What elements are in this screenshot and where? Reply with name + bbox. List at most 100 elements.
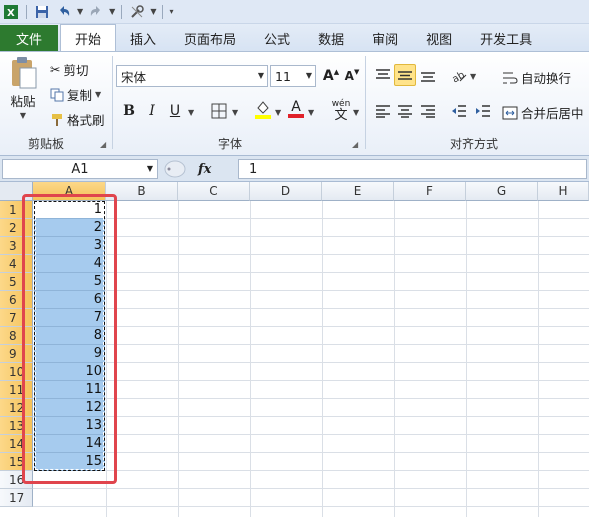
wrap-text-button[interactable]: 自动换行 <box>502 68 571 87</box>
increase-indent-button[interactable] <box>472 100 494 122</box>
tab-home[interactable]: 开始 <box>60 24 117 51</box>
undo-dropdown-icon[interactable]: ▼ <box>77 7 83 16</box>
borders-dropdown-icon[interactable]: ▼ <box>232 108 238 117</box>
format-painter-icon <box>52 113 62 126</box>
formula-resize-handle-icon[interactable] <box>164 160 186 178</box>
spreadsheet-grid[interactable]: A B C D E F G H 1 2 3 4 5 6 7 8 9 10 11 … <box>0 182 589 517</box>
tab-review[interactable]: 审阅 <box>358 25 412 51</box>
column-header-h[interactable]: H <box>538 182 589 201</box>
orientation-icon: ab <box>450 70 466 83</box>
align-top-button[interactable] <box>372 64 394 86</box>
font-color-dropdown-icon[interactable]: ▼ <box>308 108 314 117</box>
decrease-indent-button[interactable] <box>448 100 470 122</box>
shrink-font-icon: A <box>344 69 354 83</box>
chevron-down-icon: ▼ <box>305 71 312 80</box>
align-left-icon <box>376 105 390 118</box>
align-right-icon <box>421 105 435 118</box>
italic-button[interactable]: I <box>141 100 163 122</box>
merge-center-label: 合并后居中 <box>521 106 584 121</box>
save-icon[interactable] <box>33 3 51 21</box>
undo-icon[interactable] <box>55 3 73 21</box>
fill-color-button[interactable] <box>252 98 274 120</box>
wrap-text-label: 自动换行 <box>521 71 572 86</box>
align-top-icon <box>376 69 390 79</box>
orientation-button[interactable]: ab <box>448 64 470 86</box>
name-box[interactable]: A1 ▼ <box>2 159 158 179</box>
column-header-c[interactable]: C <box>178 182 250 201</box>
formula-bar: A1 ▼ fx 1 <box>0 156 589 182</box>
column-header-e[interactable]: E <box>322 182 394 201</box>
align-bottom-button[interactable] <box>417 64 439 86</box>
tab-formulas[interactable]: 公式 <box>250 25 304 51</box>
scissors-icon: ✂ <box>50 62 61 77</box>
font-size-value: 11 <box>275 68 291 84</box>
increase-indent-icon <box>476 105 490 117</box>
copy-button[interactable]: 复制 ▼ <box>50 85 101 104</box>
redo-dropdown-icon[interactable]: ▼ <box>109 7 115 16</box>
paste-icon <box>12 57 37 89</box>
copy-dropdown-icon: ▼ <box>95 90 102 99</box>
tab-view[interactable]: 视图 <box>412 25 466 51</box>
paste-label: 粘贴 <box>10 94 36 109</box>
shrink-font-button[interactable]: A ▼ <box>341 65 363 87</box>
phonetic-button[interactable]: wén 文 <box>328 96 354 124</box>
clipboard-launcher-icon[interactable]: ◢ <box>100 140 106 149</box>
borders-icon <box>211 103 227 119</box>
tab-file[interactable]: 文件 <box>0 25 58 51</box>
toolbar-divider <box>26 4 27 19</box>
group-divider <box>365 56 366 149</box>
clipboard-group-label: 剪贴板 <box>28 137 65 151</box>
tab-data[interactable]: 数据 <box>304 25 358 51</box>
align-middle-button[interactable] <box>394 64 416 86</box>
font-size-select[interactable]: 11 ▼ <box>270 65 316 87</box>
customize-icon[interactable]: ▾ <box>169 7 173 16</box>
underline-dropdown-icon[interactable]: ▼ <box>188 108 194 117</box>
formula-value: 1 <box>249 161 258 177</box>
merge-center-icon <box>502 106 518 119</box>
insert-function-button[interactable]: fx <box>198 162 211 177</box>
font-group-label: 字体 <box>218 137 243 151</box>
redo-icon[interactable] <box>87 3 105 21</box>
format-painter-button[interactable]: 格式刷 <box>50 110 105 129</box>
formula-input[interactable]: 1 <box>238 159 587 179</box>
fill-dropdown-icon[interactable]: ▼ <box>275 108 281 117</box>
svg-text:X: X <box>7 8 15 19</box>
chevron-down-icon: ▼ <box>146 164 153 173</box>
tools-dropdown-icon[interactable]: ▼ <box>150 7 156 16</box>
fill-color-icon <box>255 101 271 119</box>
align-center-button[interactable] <box>394 100 416 122</box>
font-name-select[interactable]: 宋体 ▼ <box>116 65 268 87</box>
merge-center-button[interactable]: 合并后居中 <box>502 103 584 122</box>
align-right-button[interactable] <box>417 100 439 122</box>
cut-button[interactable]: ✂ 剪切 <box>50 60 89 79</box>
column-header-g[interactable]: G <box>466 182 538 201</box>
borders-button[interactable] <box>208 100 230 122</box>
font-launcher-icon[interactable]: ◢ <box>352 140 358 149</box>
phonetic-dropdown-icon[interactable]: ▼ <box>353 108 359 117</box>
paste-button[interactable]: 粘贴 ▼ <box>8 56 38 120</box>
tools-icon[interactable] <box>128 3 146 21</box>
font-color-button[interactable]: A <box>285 98 307 120</box>
tab-developer[interactable]: 开发工具 <box>466 25 546 51</box>
tab-page-layout[interactable]: 页面布局 <box>170 25 250 51</box>
toolbar-divider <box>162 4 164 19</box>
phonetic-char: 文 <box>334 108 348 123</box>
shrink-arrow-icon: ▼ <box>353 68 360 76</box>
align-center-icon <box>398 105 412 118</box>
align-left-button[interactable] <box>372 100 394 122</box>
copy-label: 复制 <box>67 88 93 103</box>
tab-insert[interactable]: 插入 <box>116 25 170 51</box>
bold-button[interactable]: B <box>118 100 140 122</box>
align-bottom-icon <box>421 72 435 82</box>
ribbon-tabs: 文件 开始 插入 页面布局 公式 数据 审阅 视图 开发工具 <box>0 24 589 52</box>
column-header-f[interactable]: F <box>394 182 466 201</box>
orientation-dropdown-icon[interactable]: ▼ <box>470 72 476 81</box>
highlight-box <box>22 194 117 484</box>
toolbar-divider <box>121 4 123 19</box>
column-header-d[interactable]: D <box>250 182 322 201</box>
row-header-17[interactable]: 17 <box>0 489 33 507</box>
cut-label: 剪切 <box>63 63 89 78</box>
underline-button[interactable]: U <box>164 100 186 122</box>
excel-icon[interactable]: X <box>2 3 20 21</box>
grow-font-button[interactable]: A ▲ <box>320 65 342 87</box>
